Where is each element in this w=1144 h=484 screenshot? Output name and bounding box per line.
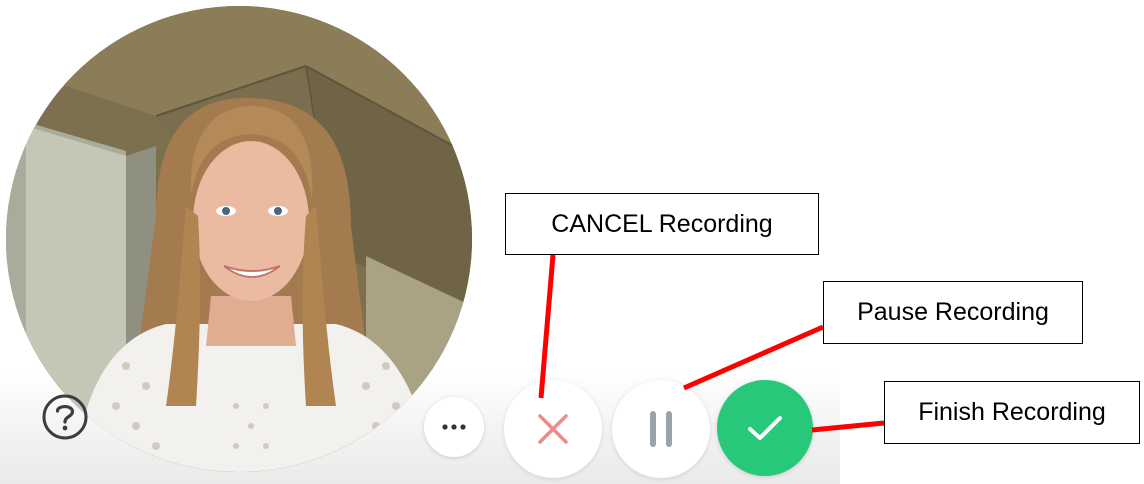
- recording-screen: CANCEL Recording Pause Recording Finish …: [0, 0, 1144, 484]
- close-icon: [538, 414, 568, 444]
- ellipsis-icon: [442, 424, 466, 430]
- more-options-button[interactable]: [424, 397, 484, 457]
- pause-icon: [650, 411, 672, 447]
- question-circle-icon: [42, 394, 88, 440]
- finish-recording-callout: Finish Recording: [884, 381, 1140, 444]
- pause-recording-button[interactable]: [612, 380, 710, 478]
- cancel-recording-button[interactable]: [504, 380, 602, 478]
- help-button[interactable]: [40, 392, 90, 442]
- pause-recording-callout: Pause Recording: [823, 281, 1083, 344]
- cancel-recording-callout: CANCEL Recording: [505, 193, 819, 255]
- finish-recording-button[interactable]: [717, 380, 813, 476]
- check-icon: [748, 416, 782, 440]
